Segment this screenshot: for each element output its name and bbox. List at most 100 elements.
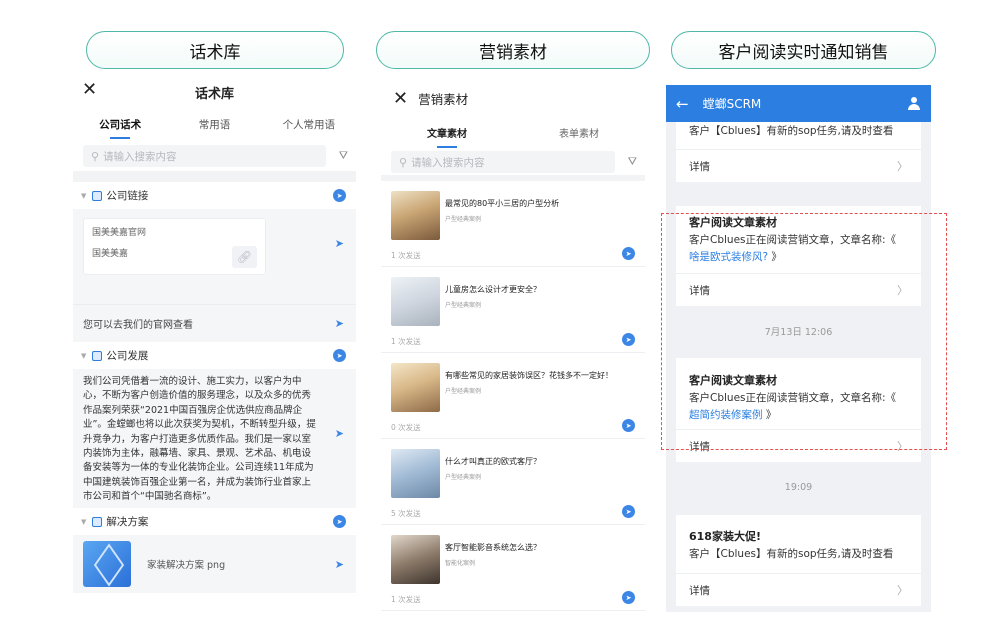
back-arrow-icon[interactable]: ←	[676, 95, 689, 113]
pill-label: 话术库	[189, 42, 241, 63]
script-text: 您可以去我们的官网查看	[83, 320, 193, 331]
tab-common-phrases[interactable]: 常用语	[167, 111, 261, 141]
filter-icon[interactable]: ⛛	[615, 155, 637, 169]
chevron-right-icon: 〉	[897, 160, 908, 173]
pill-marketing-material: 营销素材	[376, 31, 650, 69]
article-tag: 户型经典案例	[445, 388, 482, 395]
search-input[interactable]: ⚲ 请输入搜索内容	[391, 151, 615, 173]
image-file-icon	[83, 541, 131, 587]
section-title: 公司链接	[106, 190, 149, 202]
article-item[interactable]: 什么才叫真正的欧式客厅？ 户型经典案例 5 次发送 ➤	[381, 439, 645, 525]
tab-bar: 文章素材 表单素材	[381, 121, 645, 149]
send-circle-icon[interactable]: ➤	[622, 333, 635, 346]
folder-icon	[92, 350, 103, 361]
notification-card: 618家装大促! 客户【Cblues】有新的sop任务,请及时查看 详情 〉	[676, 515, 921, 606]
article-thumbnail	[391, 191, 440, 240]
details-label: 详情	[689, 584, 710, 597]
chevron-right-icon: 〉	[897, 440, 908, 453]
script-row[interactable]: 我们公司凭借着一流的设计、施工实力，以客户为中心，不断为客户创造价值的服务理念，…	[73, 369, 356, 508]
send-circle-icon[interactable]: ➤	[622, 247, 635, 260]
send-icon[interactable]: ➤	[335, 237, 344, 250]
script-row[interactable]: 您可以去我们的官网查看 ➤	[73, 304, 356, 342]
script-text: 我们公司凭借着一流的设计、施工实力，以客户为中心，不断为客户创造价值的服务理念，…	[83, 376, 316, 503]
details-row[interactable]: 详情 〉	[676, 149, 921, 182]
pill-label: 客户阅读实时通知销售	[718, 42, 889, 63]
marketing-material-panel: ✕ 营销素材 文章素材 表单素材 ⚲ 请输入搜索内容 ⛛ 最常见的80平小三居的…	[381, 75, 645, 612]
article-title: 儿童房怎么设计才更安全？	[445, 285, 541, 294]
tab-bar: 公司话术 常用语 个人常用语	[73, 111, 356, 141]
search-input[interactable]: ⚲ 请输入搜索内容	[83, 145, 326, 167]
chevron-right-icon: 〉	[897, 584, 908, 597]
section-title: 公司发展	[106, 350, 149, 362]
link-card[interactable]: 国美美嘉官网 国美美嘉 🔗︎	[83, 218, 266, 275]
close-icon[interactable]: ✕	[393, 88, 408, 109]
card-body: 客户Cblues正在阅读营销文章，文章名称:《 啥是欧式装修风? 》	[676, 232, 921, 266]
notification-panel: ← 螳螂SCRM 客户【Cblues】有新的sop任务,请及时查看 详情 〉 客…	[666, 85, 931, 612]
tab-personal-phrases[interactable]: 个人常用语	[262, 111, 356, 141]
app-title: 螳螂SCRM	[702, 97, 762, 111]
timestamp: 19:09	[784, 482, 813, 493]
body-suffix: 》	[765, 409, 777, 421]
send-circle-icon[interactable]: ➤	[622, 505, 635, 518]
card-body: 客户【Cblues】有新的sop任务,请及时查看	[689, 125, 894, 137]
panel-header: ✕ 营销素材	[381, 75, 645, 121]
article-title: 客厅智能影音系统怎么选？	[445, 543, 541, 552]
article-link[interactable]: 超简约装修案例	[689, 409, 763, 421]
section-company-links[interactable]: ▼ 公司链接 ➤	[73, 182, 356, 209]
send-icon[interactable]: ➤	[335, 317, 344, 330]
card-title: 客户阅读文章素材	[689, 216, 777, 229]
send-icon[interactable]: ➤	[335, 427, 344, 441]
divider	[73, 171, 356, 182]
page-title: 营销素材	[418, 91, 469, 107]
solution-file-row[interactable]: 家装解决方案 png ➤	[73, 535, 356, 593]
send-circle-icon[interactable]: ➤	[622, 591, 635, 604]
article-tag: 户型经典案例	[445, 216, 482, 223]
tab-form-material[interactable]: 表单素材	[513, 121, 645, 149]
details-row[interactable]: 详情 〉	[676, 429, 921, 462]
section-company-development[interactable]: ▼ 公司发展 ➤	[73, 342, 356, 369]
pill-read-notification: 客户阅读实时通知销售	[671, 31, 936, 69]
card-title: 618家装大促!	[689, 530, 761, 543]
user-icon[interactable]	[907, 96, 921, 111]
tab-article-material[interactable]: 文章素材	[381, 121, 513, 149]
article-item[interactable]: 有哪些常见的家居装饰误区？花钱多不一定好！ 户型经典案例 0 次发送 ➤	[381, 353, 645, 439]
chevron-right-icon: 〉	[897, 284, 908, 297]
details-label: 详情	[689, 160, 710, 173]
body-text: 客户Cblues正在阅读营销文章，文章名称:《	[689, 392, 897, 404]
link-name: 国美美嘉官网	[92, 228, 147, 238]
send-icon[interactable]: ➤	[335, 558, 344, 571]
search-icon: ⚲	[399, 155, 408, 169]
folder-icon	[92, 190, 103, 201]
section-title: 解决方案	[106, 516, 149, 528]
page-title: 话术库	[194, 87, 234, 102]
search-row: ⚲ 请输入搜索内容 ⛛	[73, 141, 356, 171]
section-solutions[interactable]: ▼ 解决方案 ➤	[73, 508, 356, 535]
article-item[interactable]: 最常见的80平小三居的户型分析 户型经典案例 1 次发送 ➤	[381, 181, 645, 267]
link-icon: 🔗︎	[232, 246, 257, 268]
chevron-down-icon: ▼	[81, 517, 87, 526]
chevron-down-icon: ▼	[81, 191, 87, 200]
article-link[interactable]: 啥是欧式装修风?	[689, 251, 768, 263]
notification-card: 客户阅读文章素材 客户Cblues正在阅读营销文章，文章名称:《 超简约装修案例 …	[676, 358, 921, 462]
article-item[interactable]: 儿童房怎么设计才更安全？ 户型经典案例 1 次发送 ➤	[381, 267, 645, 353]
article-tag: 智能化案例	[445, 560, 476, 567]
search-placeholder: 请输入搜索内容	[411, 156, 485, 169]
details-row[interactable]: 详情 〉	[676, 273, 921, 306]
filter-icon[interactable]: ⛛	[326, 149, 348, 163]
body-suffix: 》	[771, 251, 782, 263]
card-body: 客户Cblues正在阅读营销文章，文章名称:《 超简约装修案例 》	[676, 390, 921, 424]
panel-header: ✕ 话术库	[73, 75, 356, 111]
send-circle-icon[interactable]: ➤	[333, 349, 346, 362]
article-thumbnail	[391, 449, 440, 498]
article-thumbnail	[391, 363, 440, 412]
send-circle-icon[interactable]: ➤	[622, 419, 635, 432]
file-name: 家装解决方案 png	[147, 560, 226, 571]
article-item[interactable]: 客厅智能影音系统怎么选？ 智能化案例 1 次发送 ➤	[381, 525, 645, 611]
send-circle-icon[interactable]: ➤	[333, 515, 346, 528]
send-circle-icon[interactable]: ➤	[333, 189, 346, 202]
details-row[interactable]: 详情 〉	[676, 573, 921, 606]
card-body: 客户【Cblues】有新的sop任务,请及时查看	[689, 548, 894, 560]
pill-script-library: 话术库	[86, 31, 344, 69]
tab-company-scripts[interactable]: 公司话术	[73, 111, 167, 141]
search-row: ⚲ 请输入搜索内容 ⛛	[381, 149, 645, 181]
